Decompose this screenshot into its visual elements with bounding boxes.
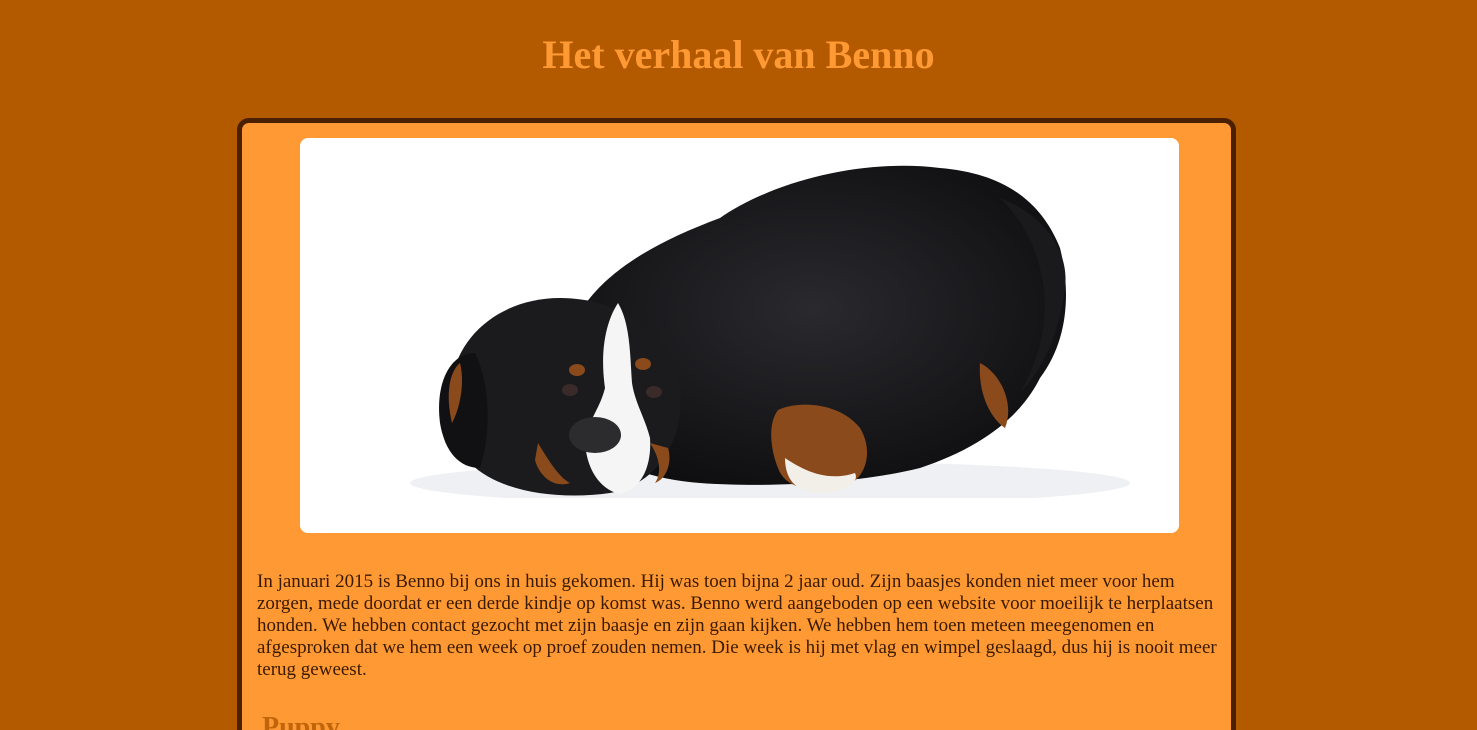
content-card: In januari 2015 is Benno bij ons in huis… bbox=[237, 118, 1236, 730]
story-intro: In januari 2015 is Benno bij ons in huis… bbox=[257, 571, 1217, 680]
dog-illustration bbox=[300, 165, 1179, 533]
page-title: Het verhaal van Benno bbox=[542, 32, 935, 77]
dog-photo bbox=[300, 138, 1179, 533]
section-heading-puppy: Puppy bbox=[262, 712, 340, 730]
